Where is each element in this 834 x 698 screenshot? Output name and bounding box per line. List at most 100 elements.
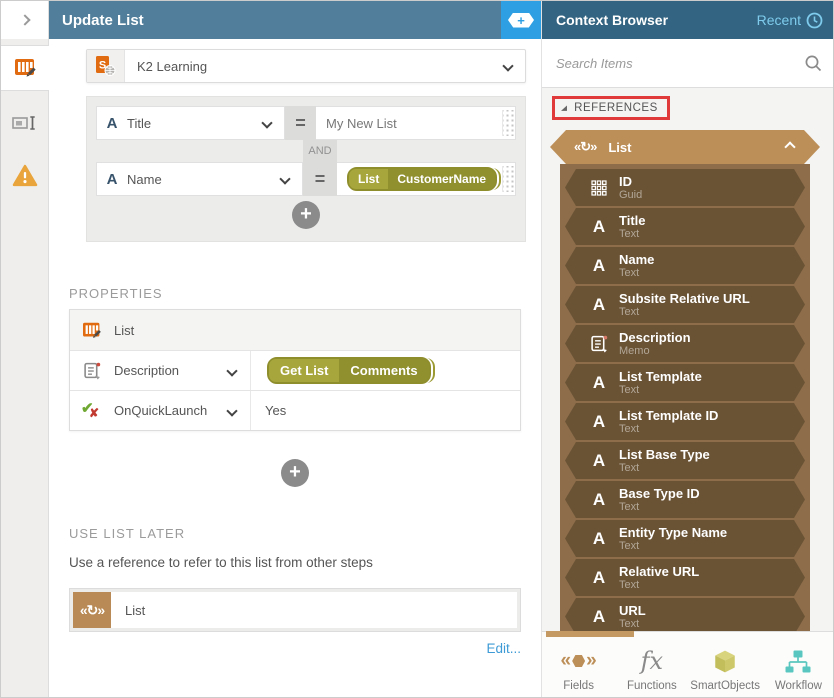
reference-field-item[interactable]: A Title Text bbox=[565, 208, 805, 245]
add-field-button[interactable]: + bbox=[501, 1, 541, 39]
reference-field-item[interactable]: A List Template Text bbox=[565, 364, 805, 401]
reference-field-item[interactable]: A URL Text bbox=[565, 598, 805, 631]
toolbar-tab-workflow[interactable]: Workflow bbox=[762, 632, 833, 697]
plus-icon: + bbox=[300, 203, 312, 225]
text-field-icon: A bbox=[106, 170, 118, 188]
toolbar-tab-label: Fields bbox=[563, 680, 594, 692]
reference-field-item[interactable]: A Base Type ID Text bbox=[565, 481, 805, 518]
toolbar-tab-smartobjects[interactable]: SmartObjects bbox=[689, 632, 762, 697]
text-field-icon: A bbox=[592, 450, 606, 470]
add-property-button[interactable]: + bbox=[281, 459, 309, 487]
text-field-icon: A bbox=[592, 489, 606, 509]
drag-handle[interactable] bbox=[502, 110, 515, 136]
field-label: URL bbox=[619, 602, 646, 618]
field-label: List Base Type bbox=[619, 446, 710, 462]
field-type: Text bbox=[619, 539, 640, 552]
drag-handle[interactable] bbox=[502, 166, 515, 192]
use-list-later-description: Use a reference to refer to this list fr… bbox=[69, 555, 373, 570]
equals-operator: = bbox=[314, 168, 326, 189]
operator-cell: = bbox=[284, 106, 316, 140]
token-field: CustomerName bbox=[388, 169, 496, 189]
property-label: List bbox=[114, 322, 135, 338]
reference-field-item[interactable]: A Subsite Relative URL Text bbox=[565, 286, 805, 323]
reference-field-item[interactable]: A Entity Type Name Text bbox=[565, 520, 805, 557]
chevron-down-icon bbox=[268, 173, 302, 185]
text-field-icon: A bbox=[592, 216, 606, 236]
field-label: Description bbox=[619, 329, 691, 345]
property-dropdown-chevron[interactable] bbox=[214, 404, 250, 417]
list-edit-icon bbox=[82, 322, 101, 338]
reference-field-item[interactable]: A List Template ID Text bbox=[565, 403, 805, 440]
text-field-icon: A bbox=[592, 567, 606, 587]
boolean-icon: ✔ ✘ bbox=[81, 399, 100, 420]
search-input[interactable] bbox=[556, 55, 804, 71]
context-browser-panel: Context Browser Recent ◢ REFERENCES bbox=[541, 1, 833, 697]
references-section-label: REFERENCES bbox=[574, 102, 658, 114]
property-dropdown-chevron[interactable] bbox=[214, 364, 250, 377]
reference-field-item[interactable]: Description Memo bbox=[565, 325, 805, 362]
toolbar-tab-functions[interactable]: fx Functions bbox=[615, 632, 688, 697]
reference-row: «↻» List bbox=[69, 588, 521, 632]
reference-icon: «↻» bbox=[574, 139, 597, 154]
token-context: List bbox=[349, 169, 389, 189]
field-label: ID bbox=[619, 173, 632, 189]
property-value-text: Yes bbox=[265, 403, 287, 418]
reference-field-item[interactable]: A List Base Type Text bbox=[565, 442, 805, 479]
conditions-card: A Title = AND bbox=[86, 96, 526, 242]
field-token[interactable]: Get List Comments bbox=[267, 357, 431, 384]
reference-field-item[interactable]: A Relative URL Text bbox=[565, 559, 805, 596]
reference-field-item[interactable]: ID Guid bbox=[565, 169, 805, 206]
property-value[interactable]: Get List Comments bbox=[250, 351, 520, 390]
references-area: ◢ REFERENCES «↻» List ID Guid A Title Te… bbox=[542, 88, 833, 631]
sidebar-tab-rename[interactable] bbox=[1, 103, 48, 143]
field-hexagon-plus-icon: + bbox=[508, 12, 534, 28]
smartobject-selector[interactable]: S K2 Learning bbox=[86, 49, 526, 83]
context-browser-header: Context Browser Recent bbox=[542, 1, 833, 39]
recent-button[interactable]: Recent bbox=[757, 12, 823, 29]
text-field-icon: A bbox=[592, 372, 606, 392]
field-type: Text bbox=[619, 383, 640, 396]
field-type: Guid bbox=[619, 188, 643, 201]
text-field-icon: A bbox=[592, 528, 606, 548]
field-token[interactable]: List CustomerName bbox=[347, 167, 498, 191]
property-value[interactable]: Yes bbox=[250, 391, 520, 430]
edit-link[interactable]: Edit... bbox=[69, 641, 521, 656]
condition-value-input[interactable] bbox=[316, 115, 502, 131]
smartobject-icon: S bbox=[96, 56, 116, 76]
rename-icon bbox=[12, 116, 35, 130]
properties-heading: PROPERTIES bbox=[69, 286, 163, 301]
field-label: Name bbox=[619, 251, 655, 267]
toolbar-tab-fields[interactable]: «» Fields bbox=[542, 632, 615, 697]
sidebar-tab-warnings[interactable] bbox=[1, 155, 48, 195]
reference-group-header[interactable]: «↻» List bbox=[550, 130, 820, 164]
condition-value-cell bbox=[316, 106, 516, 140]
clock-icon bbox=[806, 12, 823, 28]
sidebar-expand-button[interactable] bbox=[1, 1, 48, 39]
text-field-icon: A bbox=[106, 114, 118, 132]
add-condition-button[interactable]: + bbox=[292, 201, 320, 229]
field-label: Entity Type Name bbox=[619, 524, 728, 540]
property-row-onquicklaunch: ✔ ✘ OnQuickLaunch Yes bbox=[70, 390, 520, 430]
memo-icon bbox=[585, 334, 613, 353]
chevron-right-icon bbox=[18, 14, 31, 26]
condition-field-dropdown[interactable]: A Name bbox=[96, 162, 303, 196]
references-section-toggle[interactable]: ◢ REFERENCES bbox=[552, 96, 670, 120]
sidebar-tab-step-config[interactable] bbox=[1, 45, 50, 91]
reference-group-label: List bbox=[608, 139, 632, 155]
condition-field-dropdown[interactable]: A Title bbox=[96, 106, 285, 140]
text-field-icon: A bbox=[592, 294, 606, 314]
step-header: Update List + bbox=[49, 1, 541, 39]
conjunction-label: AND bbox=[303, 140, 337, 162]
plus-icon: + bbox=[289, 461, 301, 483]
field-label: Subsite Relative URL bbox=[619, 290, 750, 306]
reference-field-item[interactable]: A Name Text bbox=[565, 247, 805, 284]
guid-grid-icon bbox=[585, 180, 613, 196]
toolbar-tab-label: Workflow bbox=[774, 680, 822, 692]
conjunction-row: AND bbox=[96, 140, 516, 162]
smartobject-name: K2 Learning bbox=[137, 58, 208, 74]
property-label: Description bbox=[114, 363, 180, 378]
search-icon[interactable] bbox=[804, 54, 823, 73]
context-browser-title: Context Browser bbox=[556, 12, 669, 28]
smartobject-icon-cell: S bbox=[87, 50, 125, 82]
equals-operator: = bbox=[295, 112, 306, 133]
